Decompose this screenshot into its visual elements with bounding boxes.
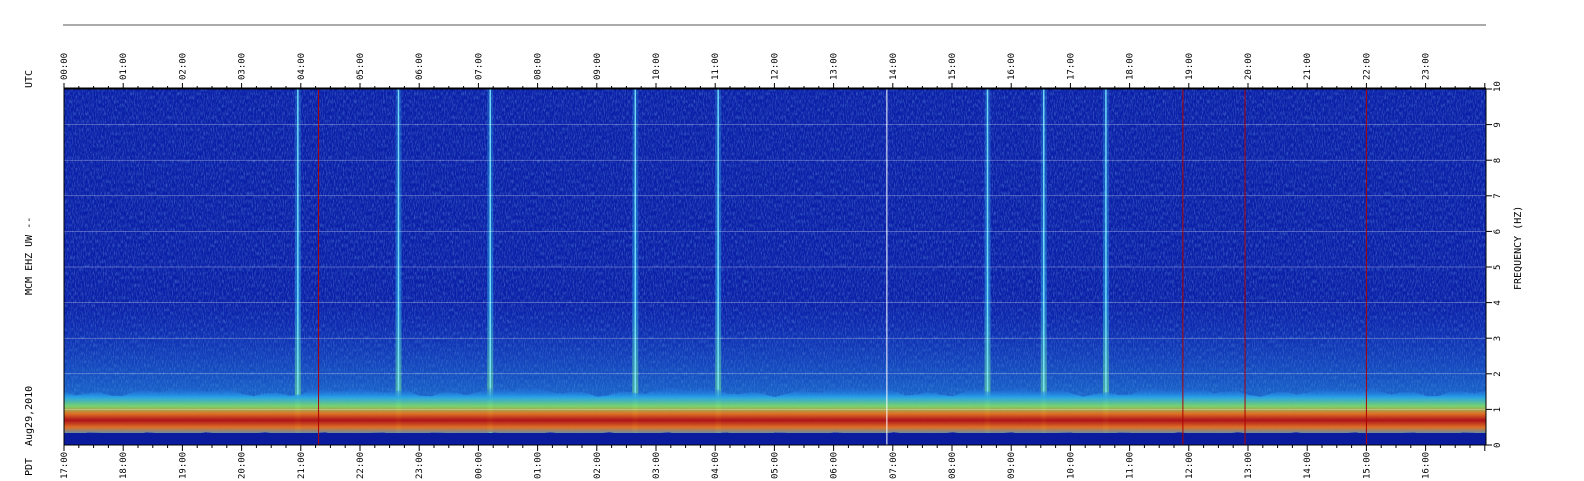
utc-tick-label: 02:00 [178,53,188,80]
utc-tick-label: 03:00 [238,53,248,80]
utc-tick-label: 01:00 [119,53,129,80]
utc-tick-label: 07:00 [474,53,484,80]
pdt-tick-label: 02:00 [593,452,603,479]
pdt-tick-label: 22:00 [356,452,366,479]
frequency-axis-title: FREQUENCY (HZ) [1513,206,1524,290]
pdt-tick-label: 23:00 [415,452,425,479]
pdt-tick-label: 07:00 [889,452,899,479]
frequency-tick-label: 9 [1493,122,1503,127]
pdt-tick-label: 14:00 [1303,452,1313,479]
utc-tick-label: 21:00 [1303,53,1313,80]
pdt-tick-label: 20:00 [238,452,248,479]
frequency-tick-label: 7 [1493,193,1503,198]
pdt-tick-label: 21:00 [297,452,307,479]
pdt-tick-label: 10:00 [1066,452,1076,479]
frequency-tick-label: 1 [1493,407,1503,412]
utc-tick-label: 18:00 [1126,53,1136,80]
utc-tick-label: 10:00 [652,53,662,80]
frequency-tick-label: 3 [1493,336,1503,341]
utc-tick-label: 17:00 [1066,53,1076,80]
station-label: MCM EHZ UW -- [24,217,35,295]
pdt-tick-label: 04:00 [711,452,721,479]
utc-tick-label: 11:00 [711,53,721,80]
frequency-tick-label: 8 [1493,158,1503,163]
pdt-tick-label: 05:00 [770,452,780,479]
frequency-tick-label: 0 [1493,443,1503,448]
pdt-label: PDT [24,458,35,476]
utc-tick-label: 23:00 [1422,53,1432,80]
pdt-tick-label: 11:00 [1126,452,1136,479]
frequency-axis: 0 1 2 3 4 5 6 7 8 9 10 [1486,81,1503,448]
bottom-gap-band [64,433,1486,445]
utc-tick-label: 14:00 [889,53,899,80]
frequency-tick-label: 5 [1493,265,1503,270]
frequency-tick-label: 10 [1493,81,1503,92]
pdt-tick-label: 03:00 [652,452,662,479]
utc-tick-label: 13:00 [830,53,840,80]
pdt-tick-label: 19:00 [178,452,188,479]
utc-tick-label: 15:00 [948,53,958,80]
pdt-tick-label: 16:00 [1422,452,1432,479]
pdt-tick-label: 08:00 [948,452,958,479]
utc-tick-label: 00:00 [60,53,70,80]
pdt-tick-label: 18:00 [119,452,129,479]
frequency-tick-label: 2 [1493,371,1503,376]
frequency-tick-label: 4 [1493,300,1503,305]
pdt-tick-label: 13:00 [1244,452,1254,479]
pdt-tick-label: 17:00 [60,452,70,479]
spectrogram-chart: 00:00 01:00 02:00 03:00 04:00 05:00 06:00 07:00… [24,24,1524,479]
pdt-axis: 17:00 18:00 19:00 20:00 21:00 22:00 23:00 00:00… [60,444,1486,479]
date-label: Aug29,2010 [24,386,35,446]
spectrogram-plot [63,88,1487,445]
utc-tick-label: 16:00 [1007,53,1017,80]
utc-tick-label: 19:00 [1185,53,1195,80]
utc-tick-label: 08:00 [534,53,544,80]
pdt-tick-label: 15:00 [1362,452,1372,479]
pdt-tick-label: 00:00 [474,452,484,479]
frequency-tick-label: 6 [1493,229,1503,234]
utc-tick-label: 06:00 [415,53,425,80]
utc-axis: 00:00 01:00 02:00 03:00 04:00 05:00 06:00 07:00… [60,53,1486,89]
pdt-tick-label: 01:00 [534,452,544,479]
pdt-tick-label: 09:00 [1007,452,1017,479]
utc-tick-label: 09:00 [593,53,603,80]
utc-tick-label: 05:00 [356,53,366,80]
utc-tick-label: 04:00 [297,53,307,80]
pdt-tick-label: 06:00 [830,452,840,479]
low-frequency-glow [64,300,1486,400]
utc-label: UTC [24,70,35,88]
utc-tick-label: 12:00 [770,53,780,80]
pdt-tick-label: 12:00 [1185,452,1195,479]
utc-tick-label: 22:00 [1362,53,1372,80]
utc-tick-label: 20:00 [1244,53,1254,80]
